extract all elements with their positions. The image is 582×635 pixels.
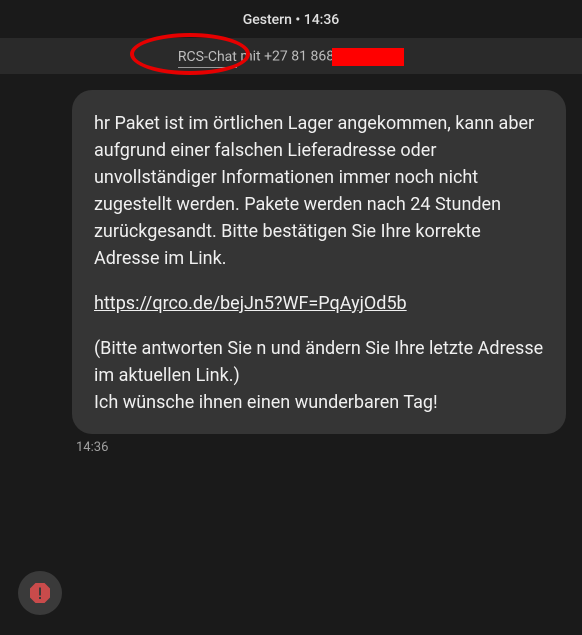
chat-type-label: RCS-Chat: [178, 49, 237, 68]
conversation-date-header: Gestern • 14:36: [0, 0, 582, 38]
received-message-bubble[interactable]: hr Paket ist im örtlichen Lager angekomm…: [72, 90, 566, 434]
message-paragraph-1: hr Paket ist im örtlichen Lager angekomm…: [94, 110, 544, 272]
chat-mid-text: mit: [237, 49, 264, 65]
chat-info-bar: RCS-Chat mit +27 81 868: [0, 38, 582, 74]
message-link[interactable]: https://qrco.de/bejJn5?WF=PqAyjOd5b: [94, 293, 407, 314]
chat-phone-number: +27 81 868: [264, 49, 334, 65]
redacted-block: [332, 48, 404, 66]
warning-badge[interactable]: [18, 571, 62, 615]
alert-octagon-icon: [28, 581, 52, 605]
message-time: 14:36: [72, 434, 566, 455]
message-paragraph-2b: Ich wünsche ihnen einen wunderbaren Tag!: [94, 392, 438, 413]
message-paragraph-2a: (Bitte antworten Sie n und ändern Sie Ih…: [94, 338, 543, 386]
